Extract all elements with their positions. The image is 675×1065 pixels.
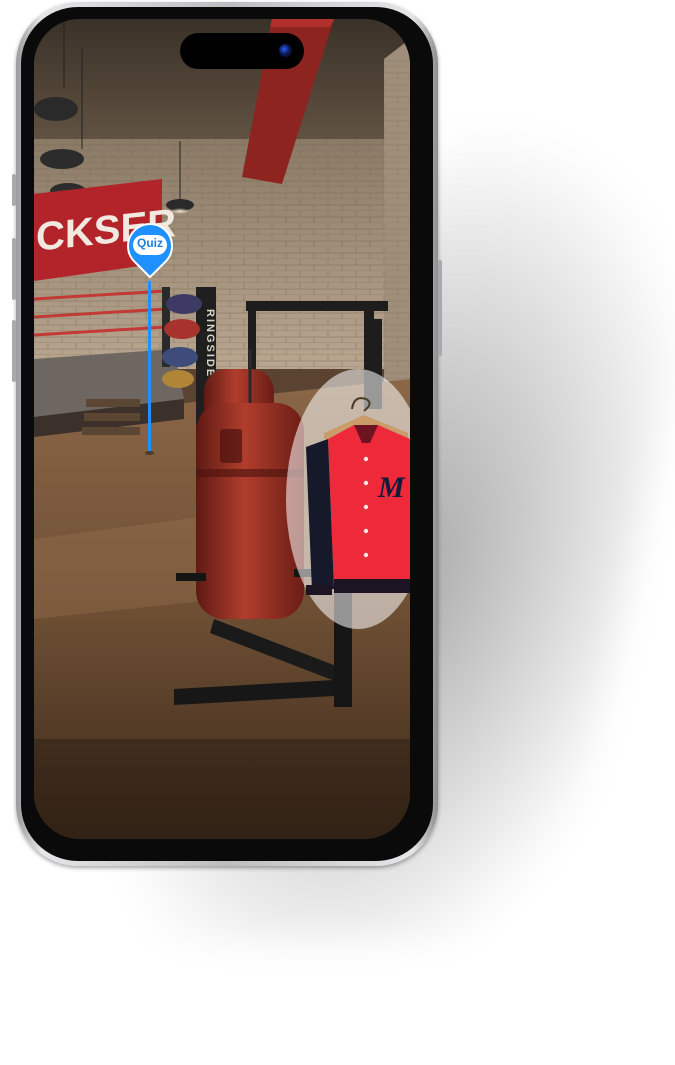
camera-icon xyxy=(279,44,292,57)
power-button xyxy=(438,260,442,356)
phone-frame: CKSER RINGSIDE M Quiz xyxy=(12,2,442,866)
volume-down-button xyxy=(12,320,16,382)
jacket-hotspot[interactable] xyxy=(302,389,410,611)
quiz-marker-stem xyxy=(145,281,154,455)
quiz-label: Quiz xyxy=(137,236,163,250)
app-screen: CKSER RINGSIDE M Quiz xyxy=(34,19,410,839)
action-button xyxy=(12,174,16,206)
dynamic-island xyxy=(180,33,304,69)
ringside-post-text: RINGSIDE xyxy=(204,309,216,378)
quiz-hotspot-pin[interactable]: Quiz xyxy=(117,213,183,295)
volume-up-button xyxy=(12,238,16,300)
